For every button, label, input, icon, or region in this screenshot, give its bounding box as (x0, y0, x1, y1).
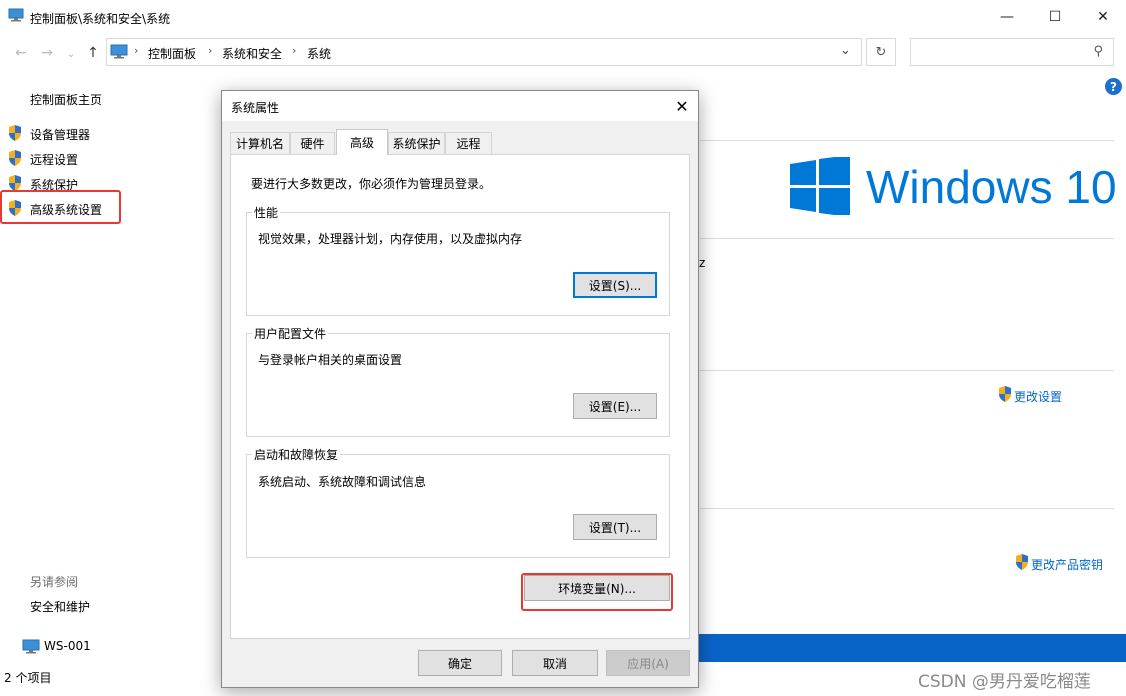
remote-settings-link[interactable]: 远程设置 (30, 151, 78, 168)
button-label: 设置(S)... (588, 278, 642, 293)
dialog-title: 系统属性 (231, 101, 280, 115)
user-profiles-group (246, 333, 670, 437)
highlight-box (0, 190, 121, 224)
see-also-heading: 另请参阅 (30, 575, 79, 589)
chevron-down-icon: ⌄ (66, 46, 76, 60)
computer-icon (110, 44, 128, 62)
user-profiles-settings-button[interactable]: 设置(E)... (573, 393, 657, 419)
help-glyph: ? (1110, 79, 1117, 94)
search-input[interactable]: ⚲ (910, 38, 1114, 66)
change-settings-link[interactable]: 更改设置 (1014, 388, 1062, 405)
admin-note: 要进行大多数更改，你必须作为管理员登录。 (251, 177, 492, 191)
breadcrumb-control-panel[interactable]: 控制面板 (148, 45, 196, 62)
address-dropdown-icon[interactable]: ⌄ (840, 43, 851, 58)
performance-desc: 视觉效果，处理器计划，内存使用，以及虚拟内存 (258, 232, 523, 246)
address-bar[interactable] (106, 38, 862, 66)
minimize-button[interactable]: — (984, 0, 1030, 34)
tab-label: 远程 (456, 137, 481, 151)
user-profiles-desc: 与登录帐户相关的桌面设置 (258, 353, 403, 367)
computer-icon (22, 639, 40, 657)
watermark: CSDN @男丹爱吃榴莲 (918, 672, 1091, 692)
tab-remote[interactable]: 远程 (445, 132, 492, 154)
tab-system-protection[interactable]: 系统保护 (388, 132, 445, 154)
back-button[interactable]: ← (12, 44, 30, 62)
shield-icon (8, 150, 22, 166)
breadcrumb-separator: › (292, 44, 297, 57)
maximize-icon: ☐ (1048, 9, 1062, 25)
close-button[interactable]: ✕ (1080, 0, 1126, 34)
dialog-close-button[interactable]: ✕ (668, 93, 696, 119)
button-label: 应用(A) (627, 656, 669, 671)
performance-label: 性能 (252, 204, 281, 221)
maximize-button[interactable]: ☐ (1032, 0, 1078, 34)
shield-icon (8, 175, 22, 191)
close-icon: ✕ (1097, 9, 1109, 25)
recent-locations-button[interactable]: ⌄ (62, 44, 80, 62)
advanced-tab-panel: 要进行大多数更改，你必须作为管理员登录。 性能 视觉效果，处理器计划，内存使用，… (230, 154, 690, 639)
close-icon: ✕ (675, 96, 689, 116)
tab-label: 高级 (349, 136, 374, 150)
divider (700, 140, 1114, 141)
network-computer-item[interactable]: WS-001 (44, 639, 91, 653)
shield-icon (8, 125, 22, 141)
startup-recovery-label: 启动和故障恢复 (252, 446, 341, 463)
user-profiles-label: 用户配置文件 (252, 325, 329, 342)
dialog-titlebar: 系统属性 ✕ (222, 91, 698, 121)
security-maintenance-link[interactable]: 安全和维护 (30, 598, 90, 615)
startup-recovery-settings-button[interactable]: 设置(T)... (573, 514, 657, 540)
performance-group (246, 212, 670, 316)
help-icon[interactable]: ? (1105, 78, 1122, 95)
performance-settings-button[interactable]: 设置(S)... (573, 272, 657, 298)
forward-button[interactable]: → (38, 44, 56, 62)
tab-computer-name[interactable]: 计算机名 (230, 132, 290, 154)
refresh-button[interactable]: ↻ (866, 38, 896, 66)
minimize-icon: — (1000, 9, 1014, 25)
divider (700, 508, 1114, 509)
windows-logo-icon (790, 155, 850, 218)
button-label: 确定 (447, 656, 472, 671)
forward-arrow-icon: → (41, 45, 53, 61)
tab-label: 硬件 (300, 137, 325, 151)
cancel-button[interactable]: 取消 (512, 650, 598, 676)
apply-button[interactable]: 应用(A) (606, 650, 690, 676)
breadcrumb-separator: › (134, 44, 139, 57)
tab-hardware[interactable]: 硬件 (290, 132, 335, 154)
windows-10-logo-text: Windows 10 (866, 161, 1117, 213)
button-label: 取消 (542, 656, 567, 671)
shield-icon (998, 386, 1012, 402)
window-titlebar: 控制面板\系统和安全\系统 — ☐ ✕ (0, 0, 1126, 34)
breadcrumb-system[interactable]: 系统 (307, 45, 331, 62)
startup-recovery-desc: 系统启动、系统故障和调试信息 (258, 475, 427, 489)
item-count: 2 个项目 (4, 671, 52, 685)
divider (700, 370, 1114, 371)
breadcrumb-system-security[interactable]: 系统和安全 (222, 45, 282, 62)
system-properties-dialog: 系统属性 ✕ 计算机名 硬件 高级 系统保护 远程 要进行大多数更改，你必须作为… (221, 90, 699, 688)
computer-icon (8, 8, 24, 25)
divider (700, 238, 1114, 239)
tab-label: 计算机名 (235, 137, 284, 151)
ok-button[interactable]: 确定 (418, 650, 502, 676)
up-button[interactable]: ↑ (84, 44, 102, 62)
refresh-icon: ↻ (875, 44, 887, 60)
back-arrow-icon: ← (15, 45, 27, 61)
button-label: 设置(T)... (588, 520, 642, 535)
partial-text: z (699, 256, 706, 270)
up-arrow-icon: ↑ (87, 45, 99, 61)
button-label: 设置(E)... (588, 399, 642, 414)
window-title: 控制面板\系统和安全\系统 (30, 12, 171, 26)
breadcrumb-separator: › (208, 44, 213, 57)
control-panel-home-link[interactable]: 控制面板主页 (30, 91, 102, 108)
startup-recovery-group (246, 454, 670, 558)
tab-advanced[interactable]: 高级 (336, 129, 388, 155)
search-icon: ⚲ (1093, 44, 1103, 59)
highlight-box (521, 573, 673, 611)
change-product-key-link[interactable]: 更改产品密钥 (1031, 556, 1103, 573)
tab-label: 系统保护 (392, 137, 441, 151)
shield-icon (1015, 554, 1029, 570)
device-manager-link[interactable]: 设备管理器 (30, 126, 90, 143)
